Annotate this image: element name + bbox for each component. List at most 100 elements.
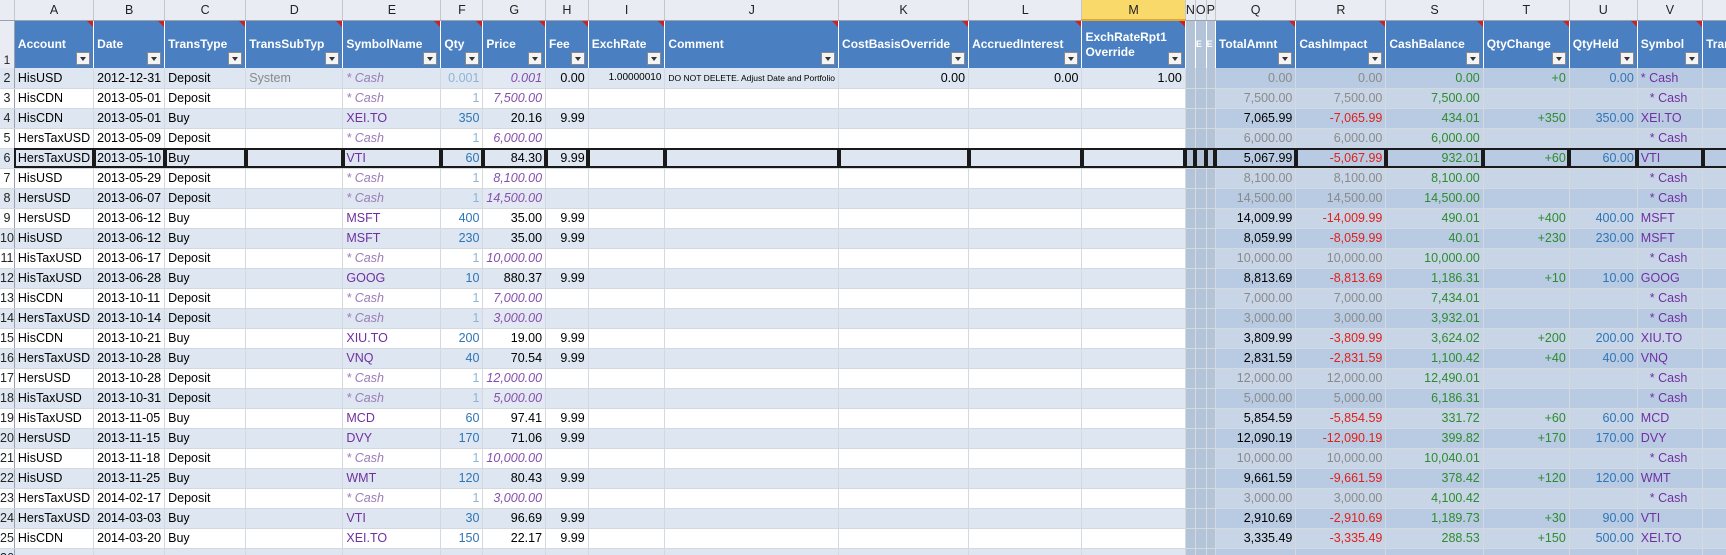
cell-c15[interactable]: Buy [164, 328, 247, 349]
cell-v23[interactable]: * Cash [1637, 488, 1704, 509]
cell-d9[interactable] [245, 208, 344, 229]
cell-v8[interactable]: * Cash [1637, 188, 1704, 209]
cell-a22[interactable]: HisUSD [14, 468, 95, 489]
cell-r20[interactable]: -12,090.19 [1295, 428, 1387, 449]
cell-j4[interactable] [664, 108, 840, 129]
cell-h4[interactable]: 9.99 [545, 108, 589, 129]
cell-g21[interactable]: 10,000.00 [482, 448, 547, 469]
cell-o15[interactable] [1195, 328, 1207, 349]
cell-r6[interactable]: -5,067.99 [1295, 148, 1387, 169]
cell-s12[interactable]: 1,186.31 [1385, 268, 1484, 289]
cell-l22[interactable] [968, 468, 1083, 489]
cell-n19[interactable] [1185, 408, 1196, 429]
cell-w12[interactable]: 12 [1702, 268, 1726, 289]
cell-f9[interactable]: 400 [440, 208, 484, 229]
column-header-p[interactable]: P [1206, 0, 1216, 21]
cell-p3[interactable] [1206, 88, 1216, 109]
cell-m24[interactable] [1081, 508, 1186, 529]
cell-t9[interactable]: +400 [1483, 208, 1570, 229]
cell-e17[interactable]: * Cash [342, 368, 442, 389]
filter-dropdown-icon[interactable] [570, 52, 585, 65]
cell-d15[interactable] [245, 328, 344, 349]
cell-a7[interactable]: HisUSD [14, 168, 95, 189]
cell-o19[interactable] [1195, 408, 1207, 429]
cell-a11[interactable]: HisTaxUSD [14, 248, 95, 269]
cell-u21[interactable] [1569, 448, 1638, 469]
cell-empty[interactable] [664, 548, 840, 555]
cell-l19[interactable] [968, 408, 1083, 429]
cell-s3[interactable]: 7,500.00 [1385, 88, 1484, 109]
cell-h15[interactable]: 9.99 [545, 328, 589, 349]
cell-j18[interactable] [664, 388, 840, 409]
cell-g7[interactable]: 8,100.00 [482, 168, 547, 189]
cell-i17[interactable] [588, 368, 666, 389]
cell-g16[interactable]: 70.54 [482, 348, 547, 369]
cell-c4[interactable]: Buy [164, 108, 247, 129]
cell-u5[interactable] [1569, 128, 1638, 149]
cell-i12[interactable] [588, 268, 666, 289]
cell-l21[interactable] [968, 448, 1083, 469]
column-header-q[interactable]: Q [1215, 0, 1297, 21]
cell-empty[interactable] [1637, 548, 1704, 555]
row-number[interactable]: 20 [0, 428, 15, 449]
cell-f23[interactable]: 1 [440, 488, 484, 509]
cell-t21[interactable] [1483, 448, 1570, 469]
cell-m18[interactable] [1081, 388, 1186, 409]
cell-r14[interactable]: 3,000.00 [1295, 308, 1387, 329]
cell-s22[interactable]: 378.42 [1385, 468, 1484, 489]
cell-v21[interactable]: * Cash [1637, 448, 1704, 469]
cell-e22[interactable]: WMT [342, 468, 442, 489]
cell-f8[interactable]: 1 [440, 188, 484, 209]
cell-j25[interactable] [664, 528, 840, 549]
cell-empty[interactable] [1385, 548, 1484, 555]
cell-s6[interactable]: 932.01 [1385, 148, 1484, 169]
cell-n18[interactable] [1185, 388, 1196, 409]
row-number[interactable]: 16 [0, 348, 15, 369]
cell-t7[interactable] [1483, 168, 1570, 189]
column-header-s[interactable]: S [1385, 0, 1484, 21]
cell-u25[interactable]: 500.00 [1569, 528, 1638, 549]
cell-e13[interactable]: * Cash [342, 288, 442, 309]
cell-f19[interactable]: 60 [440, 408, 484, 429]
cell-f6[interactable]: 60 [440, 148, 484, 169]
cell-c17[interactable]: Deposit [164, 368, 247, 389]
cell-p8[interactable] [1206, 188, 1216, 209]
cell-u6[interactable]: 60.00 [1569, 148, 1638, 169]
cell-l9[interactable] [968, 208, 1083, 229]
cell-a23[interactable]: HersTaxUSD [14, 488, 95, 509]
cell-p20[interactable] [1206, 428, 1216, 449]
cell-v15[interactable]: XIU.TO [1637, 328, 1704, 349]
cell-p10[interactable] [1206, 228, 1216, 249]
cell-o2[interactable] [1195, 68, 1207, 89]
cell-m13[interactable] [1081, 288, 1186, 309]
cell-k3[interactable] [838, 88, 970, 109]
cell-b2[interactable]: 2012-12-31 [93, 68, 166, 89]
cell-r4[interactable]: -7,065.99 [1295, 108, 1387, 129]
cell-s14[interactable]: 3,932.01 [1385, 308, 1484, 329]
cell-u20[interactable]: 170.00 [1569, 428, 1638, 449]
cell-a17[interactable]: HersUSD [14, 368, 95, 389]
column-header-u[interactable]: U [1569, 0, 1638, 21]
cell-d18[interactable] [245, 388, 344, 409]
cell-r25[interactable]: -3,335.49 [1295, 528, 1387, 549]
row-number[interactable]: 11 [0, 248, 15, 269]
row-number[interactable]: 3 [0, 88, 15, 109]
cell-r5[interactable]: 6,000.00 [1295, 128, 1387, 149]
cell-q5[interactable]: 6,000.00 [1215, 128, 1297, 149]
column-header-f[interactable]: F [440, 0, 484, 21]
cell-i6[interactable] [588, 148, 666, 169]
cell-i11[interactable] [588, 248, 666, 269]
cell-s11[interactable]: 10,000.00 [1385, 248, 1484, 269]
cell-j17[interactable] [664, 368, 840, 389]
cell-g20[interactable]: 71.06 [482, 428, 547, 449]
cell-u23[interactable] [1569, 488, 1638, 509]
cell-l7[interactable] [968, 168, 1083, 189]
cell-q25[interactable]: 3,335.49 [1215, 528, 1297, 549]
cell-n6[interactable] [1185, 148, 1196, 169]
cell-w16[interactable]: 16 [1702, 348, 1726, 369]
cell-s13[interactable]: 7,434.01 [1385, 288, 1484, 309]
cell-e11[interactable]: * Cash [342, 248, 442, 269]
cell-k6[interactable] [838, 148, 970, 169]
cell-m4[interactable] [1081, 108, 1186, 129]
cell-p15[interactable] [1206, 328, 1216, 349]
